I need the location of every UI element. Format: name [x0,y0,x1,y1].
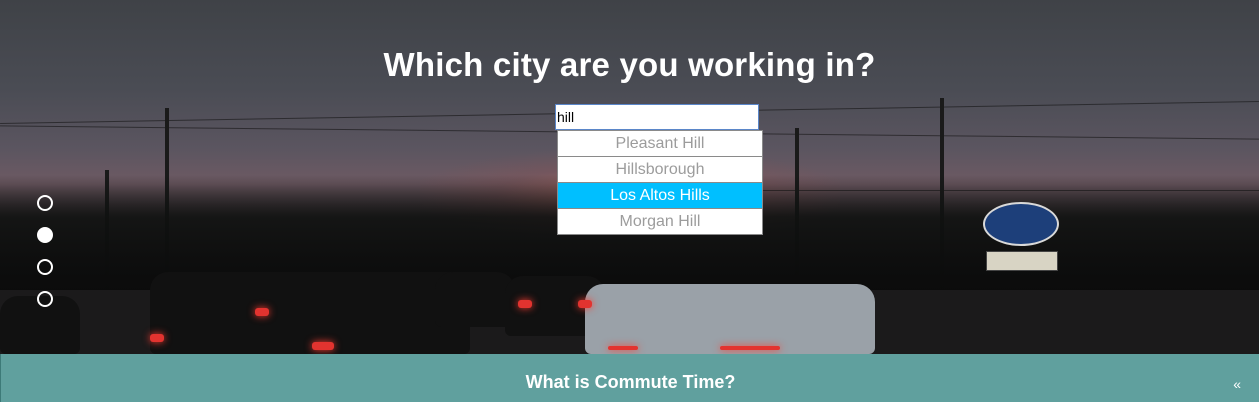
page-title: Which city are you working in? [383,46,876,83]
city-suggestions-list: Pleasant Hill Hillsborough Los Altos Hil… [557,130,763,235]
suggestion-item[interactable]: Morgan Hill [557,209,763,235]
step-dot-3[interactable] [37,259,53,275]
step-dot-2-current[interactable] [37,227,53,243]
city-search-input[interactable] [555,104,759,130]
suggestion-item-active[interactable]: Los Altos Hills [557,183,763,209]
step-dot-4[interactable] [37,291,53,307]
suggestion-item[interactable]: Pleasant Hill [557,130,763,157]
info-bar-title[interactable]: What is Commute Time? [1,354,1259,402]
step-pager [37,195,53,323]
collapse-chevron-icon[interactable]: « [1233,376,1241,392]
info-bar[interactable]: What is Commute Time? « [0,354,1259,402]
step-dot-1[interactable] [37,195,53,211]
page: Which city are you working in? Pleasant … [0,0,1259,402]
suggestion-item[interactable]: Hillsborough [557,157,763,183]
